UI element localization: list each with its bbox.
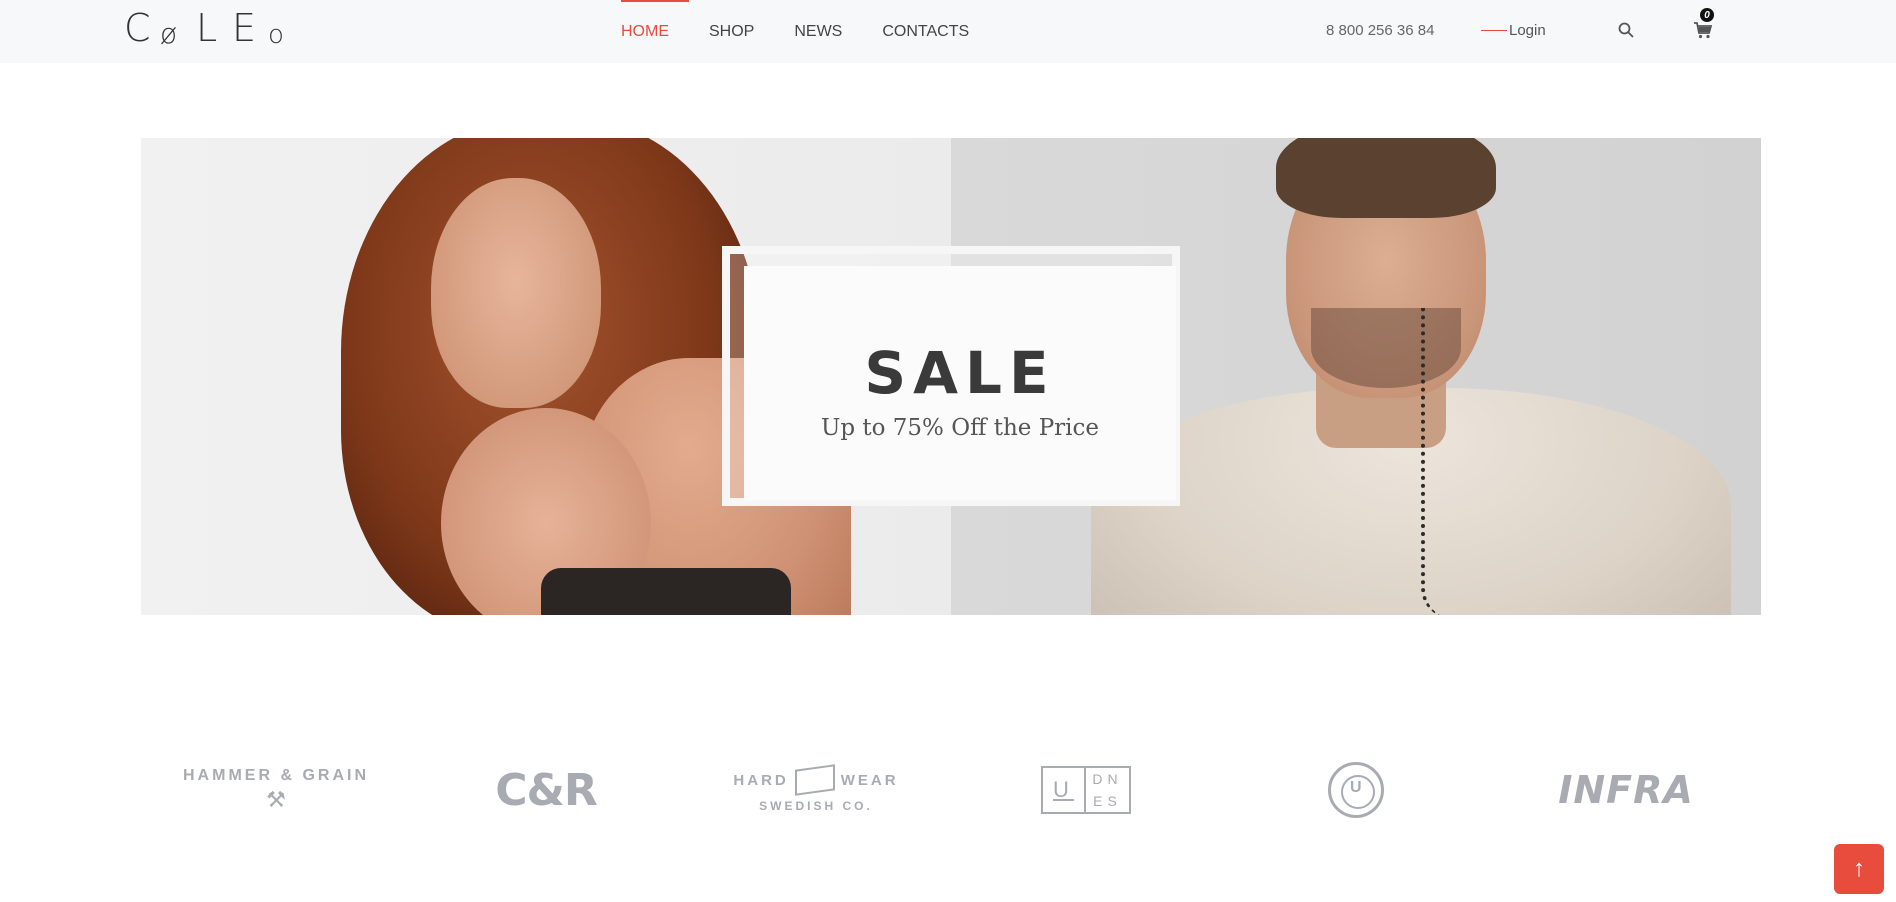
crossed-hammers-icon: ⚒ xyxy=(266,787,286,812)
back-to-top-button[interactable]: ↑ xyxy=(1834,844,1884,894)
sale-title: SALE xyxy=(864,339,1056,407)
brand-c-and-r-name: C&R xyxy=(495,764,598,816)
site-logo[interactable]: C ø L E o xyxy=(124,6,292,50)
logo-letter: ø xyxy=(160,17,178,50)
phone-number[interactable]: 8 800 256 36 84 xyxy=(1326,22,1434,39)
woman-model-top xyxy=(541,568,791,615)
brand-infra[interactable]: INFRA xyxy=(1491,740,1761,840)
flag-icon xyxy=(794,764,835,796)
brand-hardwear-name-2: WEAR xyxy=(840,771,899,789)
login-dash xyxy=(1481,30,1507,31)
hero-banner[interactable]: SALE Up to 75% Off the Price xyxy=(141,138,1761,615)
logo-letter: E xyxy=(232,6,257,50)
woman-model-face xyxy=(431,178,601,408)
nav-item-contacts[interactable]: CONTACTS xyxy=(882,0,969,63)
search-icon[interactable] xyxy=(1618,22,1634,38)
cart-count-badge: 0 xyxy=(1700,8,1714,22)
login-label: Login xyxy=(1509,22,1546,39)
main-nav: HOME SHOP NEWS CONTACTS xyxy=(621,0,1009,63)
sale-subtitle: Up to 75% Off the Price xyxy=(820,415,1100,441)
brand-undes[interactable]: U DN ES xyxy=(951,740,1221,840)
brand-hammer-grain-name: HAMMER & GRAIN xyxy=(183,767,369,784)
man-model-hair xyxy=(1276,138,1496,218)
nav-item-home[interactable]: HOME xyxy=(621,0,689,63)
brand-undes-u: U xyxy=(1043,768,1086,812)
logo-letter: o xyxy=(268,20,284,50)
brand-c-and-r[interactable]: C&R xyxy=(411,740,681,840)
brand-infra-name: INFRA xyxy=(1558,768,1694,812)
site-header: C ø L E o HOME SHOP NEWS CONTACTS 8 800 … xyxy=(0,0,1896,63)
brand-undes-es: ES xyxy=(1093,793,1122,809)
circle-u-logo-icon xyxy=(1328,762,1384,818)
login-link[interactable]: Login xyxy=(1481,22,1546,39)
brand-hammer-grain[interactable]: HAMMER & GRAIN ⚒ xyxy=(141,740,411,840)
nav-item-shop[interactable]: SHOP xyxy=(709,0,754,63)
brand-undes-dn: DN xyxy=(1092,771,1123,787)
logo-letter: L xyxy=(196,6,218,50)
brand-hardwear[interactable]: HARD WEAR SWEDISH CO. xyxy=(681,740,951,840)
nav-item-news[interactable]: NEWS xyxy=(794,0,842,63)
arrow-up-icon: ↑ xyxy=(1853,855,1865,882)
logo-letter: C xyxy=(124,6,151,50)
sale-card: SALE Up to 75% Off the Price xyxy=(744,266,1176,500)
brand-hardwear-sub: SWEDISH CO. xyxy=(759,799,873,813)
brand-circle-u[interactable] xyxy=(1221,740,1491,840)
man-model-necklace xyxy=(1421,308,1461,615)
brand-logos-row: HAMMER & GRAIN ⚒ C&R HARD WEAR SWEDISH C… xyxy=(141,740,1761,840)
brand-hardwear-name-1: HARD xyxy=(733,771,789,789)
cart-icon[interactable] xyxy=(1693,20,1713,40)
sale-frame: SALE Up to 75% Off the Price xyxy=(722,246,1180,506)
